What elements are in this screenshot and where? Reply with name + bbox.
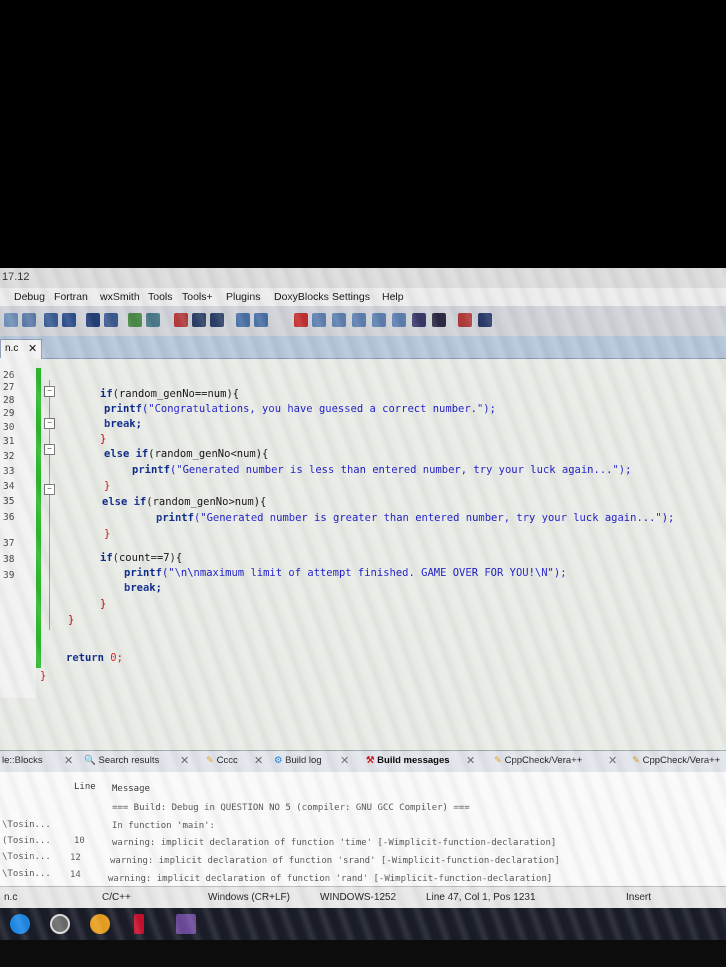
code-line: if(count==7){ <box>100 552 182 564</box>
code-line: else if(random_genNo<num){ <box>104 448 268 460</box>
code-line: } <box>104 528 111 540</box>
tab-label: Build log <box>285 755 322 766</box>
code-line: } <box>100 433 107 445</box>
message-file[interactable]: (Tosin... <box>2 836 51 846</box>
column-header-line[interactable]: Line <box>74 782 96 792</box>
tab-cppcheck-2[interactable]: ✎ CppCheck/Vera++ <box>632 755 720 766</box>
bottom-panel-tabs: le::Blocks ✕ 🔍 Search results ✕ ✎ Cccc ✕… <box>0 750 726 774</box>
search-icon: 🔍 <box>84 755 96 766</box>
code-line: } <box>100 598 107 610</box>
code-line: } <box>40 670 47 682</box>
code-line: printf("Generated number is greater than… <box>156 512 674 524</box>
string-literal: ("\n\nmaximum limit of attempt finished.… <box>161 567 567 579</box>
code-text: (count==7){ <box>112 552 183 564</box>
code-line: else if(random_genNo>num){ <box>102 496 266 508</box>
function-name: printf <box>132 464 170 476</box>
close-icon[interactable]: ✕ <box>254 754 263 767</box>
string-literal: ("Generated number is greater than enter… <box>193 512 675 524</box>
status-language: C/C++ <box>102 892 131 903</box>
tab-doxyblocks[interactable]: le::Blocks <box>2 755 43 766</box>
message-file[interactable]: \Tosin... <box>2 869 51 879</box>
tab-build-messages[interactable]: ⚒ Build messages <box>366 755 450 766</box>
keyword: if <box>100 388 113 400</box>
message-text[interactable]: warning: implicit declaration of functio… <box>110 856 560 866</box>
tab-label: CppCheck/Vera++ <box>642 755 721 766</box>
close-icon[interactable]: ✕ <box>180 754 189 767</box>
tab-label: Cccc <box>216 755 238 766</box>
message-line[interactable]: 14 <box>70 870 81 880</box>
keyword: else if <box>104 448 149 460</box>
edge-icon[interactable] <box>10 914 30 934</box>
build-messages-list: Line Message === Build: Debug in QUESTIO… <box>0 772 726 890</box>
dark-background-top <box>0 0 726 268</box>
message-file[interactable]: \Tosin... <box>2 852 51 862</box>
function-name: printf <box>124 567 162 579</box>
cortana-icon[interactable] <box>50 914 70 934</box>
code-line: break; <box>124 582 162 594</box>
status-encoding: WINDOWS-1252 <box>320 892 397 903</box>
code-text: (random_genNo==num){ <box>112 388 240 400</box>
gear-icon: ⚙ <box>274 755 283 766</box>
tab-cccc[interactable]: ✎ Cccc <box>206 755 238 766</box>
pencil-icon: ✎ <box>494 755 502 766</box>
status-cursor-position: Line 47, Col 1, Pos 1231 <box>426 892 536 903</box>
status-insert-mode: Insert <box>626 892 652 903</box>
keyword: break; <box>104 418 142 430</box>
status-line-endings: Windows (CR+LF) <box>208 892 290 903</box>
message-line[interactable]: 10 <box>74 836 85 846</box>
pencil-icon: ✎ <box>632 755 640 766</box>
status-file: n.c <box>4 892 18 903</box>
tab-label: Search results <box>98 755 160 766</box>
hammer-icon: ⚒ <box>366 755 375 766</box>
code-text: (random_genNo>num){ <box>146 496 267 508</box>
code-line: printf("\n\nmaximum limit of attempt fin… <box>124 567 567 579</box>
close-icon[interactable]: ✕ <box>340 754 349 767</box>
message-line[interactable]: 12 <box>70 853 81 863</box>
keyword: return <box>66 652 104 664</box>
function-name: printf <box>104 403 142 415</box>
close-icon[interactable]: ✕ <box>608 754 617 767</box>
keyword: break; <box>124 582 162 594</box>
keyword: if <box>100 552 113 564</box>
tab-build-log[interactable]: ⚙ Build log <box>274 755 322 766</box>
ide-window: 17.12 Debug Fortran wxSmith Tools Tools+… <box>0 268 726 940</box>
status-bar: n.c C/C++ Windows (CR+LF) WINDOWS-1252 L… <box>0 886 726 909</box>
tab-search-results[interactable]: 🔍 Search results <box>84 755 159 766</box>
code-line: printf("Generated number is less than en… <box>132 464 631 476</box>
number-literal: 0; <box>110 652 123 664</box>
string-literal: ("Generated number is less than entered … <box>169 464 632 476</box>
code-line: break; <box>104 418 142 430</box>
code-line: return 0; <box>66 652 123 664</box>
close-icon[interactable]: ✕ <box>466 754 475 767</box>
code-line: } <box>104 480 111 492</box>
keyword: else if <box>102 496 147 508</box>
dark-background-bottom <box>0 940 726 967</box>
function-name: printf <box>156 512 194 524</box>
code-line: if(random_genNo==num){ <box>100 388 239 400</box>
string-literal: ("Congratulations, you have guessed a co… <box>141 403 496 415</box>
message-text[interactable]: warning: implicit declaration of functio… <box>108 874 552 884</box>
codeblocks-icon[interactable] <box>176 914 196 934</box>
message-text[interactable]: === Build: Debug in QUESTION NO 5 (compi… <box>112 803 470 813</box>
chrome-icon[interactable] <box>90 914 110 934</box>
message-text[interactable]: warning: implicit declaration of functio… <box>112 838 556 848</box>
message-file[interactable]: \Tosin... <box>2 820 51 830</box>
tab-label: Build messages <box>377 755 450 766</box>
windows-taskbar <box>0 908 726 940</box>
pencil-icon: ✎ <box>206 755 214 766</box>
code-line: printf("Congratulations, you have guesse… <box>104 403 496 415</box>
column-header-message[interactable]: Message <box>112 784 150 794</box>
netflix-icon[interactable] <box>134 914 144 934</box>
tab-label: CppCheck/Vera++ <box>504 755 583 766</box>
code-line: } <box>68 614 75 626</box>
message-text[interactable]: In function 'main': <box>112 821 215 831</box>
code-text: (random_genNo<num){ <box>148 448 269 460</box>
tab-cppcheck[interactable]: ✎ CppCheck/Vera++ <box>494 755 582 766</box>
close-icon[interactable]: ✕ <box>64 754 73 767</box>
